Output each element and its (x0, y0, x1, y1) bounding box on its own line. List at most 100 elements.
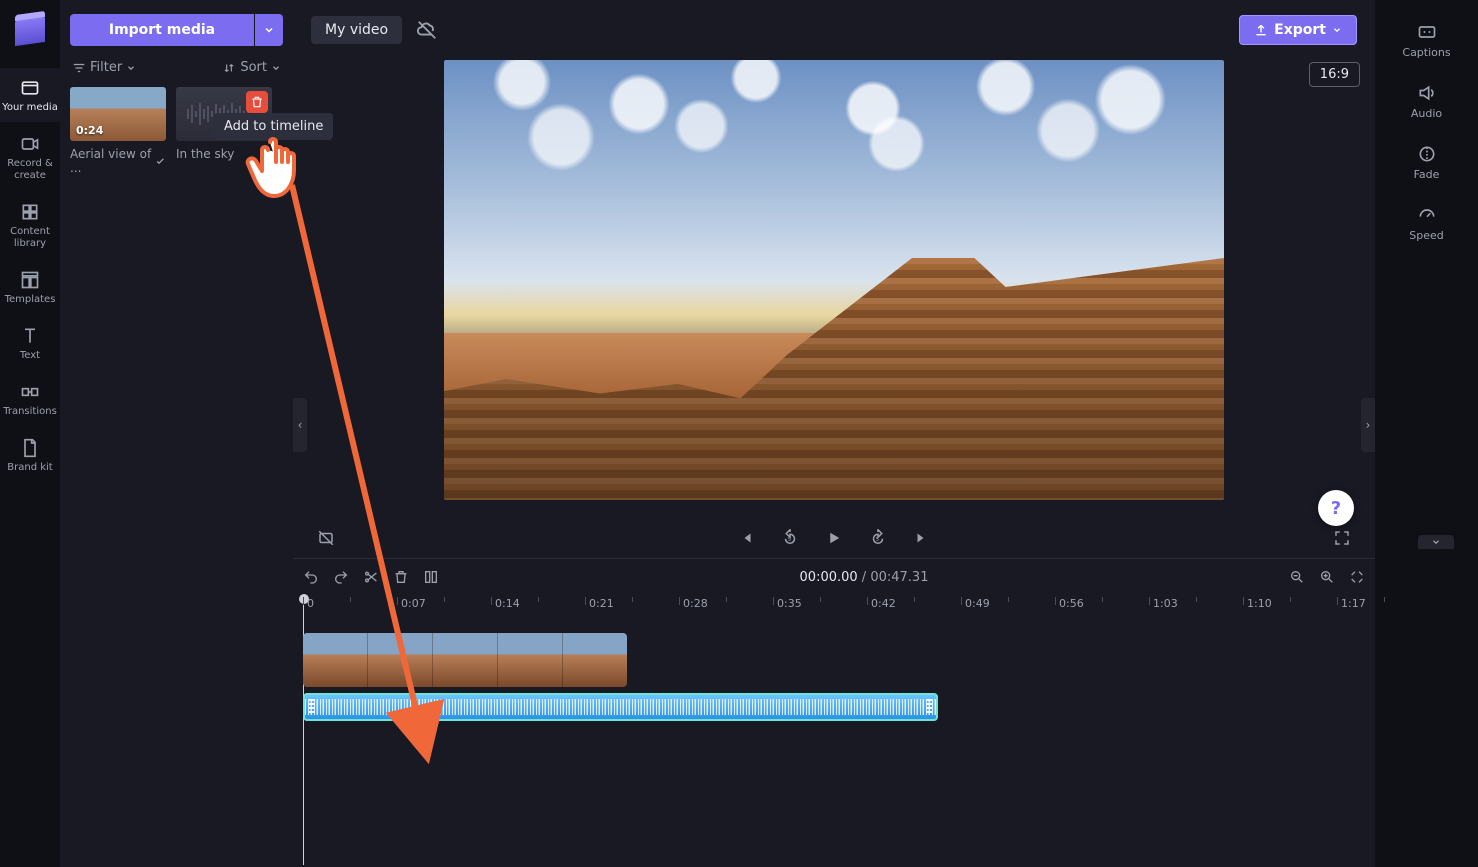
chevron-down-icon (1332, 25, 1342, 35)
speaker-icon (1417, 83, 1437, 103)
aspect-ratio-button[interactable]: 16:9 (1309, 62, 1360, 87)
toolstrip-label: Brand kit (7, 462, 52, 474)
project-title: My video (325, 22, 388, 38)
templates-icon (20, 270, 40, 290)
split-icon[interactable] (423, 569, 439, 585)
collapse-media-panel[interactable]: ‹ (293, 398, 307, 452)
timecode-current: 00:00.00 (800, 570, 858, 585)
toolstrip-your-media[interactable]: Your media (0, 68, 60, 122)
collapse-timeline-handle[interactable] (1418, 535, 1454, 549)
chevron-down-icon (126, 63, 136, 73)
delete-media-button[interactable] (246, 91, 268, 113)
undo-icon[interactable] (303, 569, 319, 585)
gauge-icon (1417, 205, 1437, 225)
cloud-offline-icon[interactable] (416, 19, 438, 41)
toolstrip-transitions[interactable]: Transitions (0, 372, 60, 426)
export-label: Export (1274, 22, 1326, 38)
prop-speed[interactable]: Speed (1375, 195, 1478, 252)
toolstrip-label: Content library (0, 226, 60, 250)
import-media-dropdown[interactable] (255, 14, 283, 46)
toolstrip-brand[interactable]: Brand kit (0, 428, 60, 482)
record-icon (20, 134, 40, 154)
app-logo (15, 16, 45, 46)
stage: My video Export 5 5 (293, 0, 1375, 558)
project-title-chip[interactable]: My video (311, 16, 402, 44)
toolstrip-label: Templates (5, 294, 56, 306)
timeline-ruler[interactable]: 00:070:140:210:280:350:420:490:561:031:1… (293, 595, 1375, 623)
svg-text:5: 5 (788, 537, 791, 543)
transitions-icon (20, 382, 40, 402)
toolstrip-library[interactable]: Content library (0, 192, 60, 258)
toolstrip-record[interactable]: Record & create (0, 124, 60, 190)
import-media-button[interactable]: Import media (70, 14, 254, 46)
filter-label: Filter (90, 60, 122, 75)
media-item-video[interactable]: 0:24 Aerial view of ... (70, 87, 166, 175)
prop-fade[interactable]: Fade (1375, 134, 1478, 191)
toolstrip-label: Text (20, 350, 40, 362)
safe-zone-icon[interactable] (317, 529, 335, 547)
video-clip[interactable] (303, 633, 627, 687)
toolstrip-text[interactable]: Text (0, 316, 60, 370)
trash-icon (250, 95, 264, 109)
media-icon (20, 78, 40, 98)
sort-label: Sort (240, 60, 267, 75)
audio-track[interactable] (303, 693, 1365, 723)
skip-start-icon[interactable] (737, 529, 755, 547)
collapse-prop-panel[interactable]: › (1361, 398, 1375, 452)
media-item-label: Aerial view of ... (70, 147, 155, 175)
captions-icon (1417, 22, 1437, 42)
import-label: Import media (109, 22, 215, 38)
prop-audio[interactable]: Audio (1375, 73, 1478, 130)
prop-label: Captions (1402, 46, 1450, 59)
help-button[interactable]: ? (1318, 490, 1354, 526)
filter-icon (72, 61, 86, 75)
rewind-5-icon[interactable]: 5 (781, 529, 799, 547)
prop-captions[interactable]: Captions (1375, 12, 1478, 69)
brand-icon (20, 438, 40, 458)
waveform (305, 699, 936, 715)
transport-bar: 5 5 (293, 518, 1375, 558)
fade-icon (1417, 144, 1437, 164)
chevron-down-icon (263, 24, 275, 36)
left-toolstrip: Your media Record & create Content libra… (0, 0, 60, 867)
chevron-down-icon (1430, 537, 1442, 547)
export-button[interactable]: Export (1239, 15, 1357, 45)
sort-icon (222, 61, 236, 75)
duration-badge: 0:24 (76, 124, 103, 137)
checkmark-icon (155, 155, 166, 167)
zoom-in-icon[interactable] (1319, 569, 1335, 585)
sort-button[interactable]: Sort (222, 60, 281, 75)
toolstrip-label: Your media (2, 102, 58, 114)
right-propstrip: Captions Audio Fade Speed (1375, 0, 1478, 867)
toolstrip-label: Record & create (0, 158, 60, 182)
timecode-sep: / (858, 570, 871, 585)
trash-icon[interactable] (393, 569, 409, 585)
timeline: 00:00.00 / 00:47.31 00:070:140:210:280:3… (293, 558, 1375, 867)
prop-label: Audio (1411, 107, 1442, 120)
skip-end-icon[interactable] (913, 529, 931, 547)
scissors-icon[interactable] (363, 569, 379, 585)
prop-label: Fade (1414, 168, 1440, 181)
prop-label: Speed (1409, 229, 1443, 242)
svg-text:5: 5 (876, 537, 879, 543)
media-item-label: In the sky (176, 147, 234, 161)
video-track[interactable] (303, 633, 1365, 687)
timecode-total: 00:47.31 (870, 570, 928, 585)
zoom-fit-icon[interactable] (1349, 569, 1365, 585)
library-icon (20, 202, 40, 222)
audio-clip[interactable] (303, 693, 938, 721)
text-icon (20, 326, 40, 346)
chevron-down-icon (271, 63, 281, 73)
redo-icon[interactable] (333, 569, 349, 585)
forward-5-icon[interactable]: 5 (869, 529, 887, 547)
media-thumb: 0:24 (70, 87, 166, 141)
fullscreen-icon[interactable] (1333, 529, 1351, 547)
upload-icon (1254, 23, 1268, 37)
play-icon[interactable] (825, 529, 843, 547)
toolstrip-label: Transitions (3, 406, 57, 418)
video-preview[interactable] (444, 60, 1224, 500)
zoom-out-icon[interactable] (1289, 569, 1305, 585)
toolstrip-templates[interactable]: Templates (0, 260, 60, 314)
filter-button[interactable]: Filter (72, 60, 136, 75)
add-to-timeline-tooltip: Add to timeline (214, 113, 333, 140)
